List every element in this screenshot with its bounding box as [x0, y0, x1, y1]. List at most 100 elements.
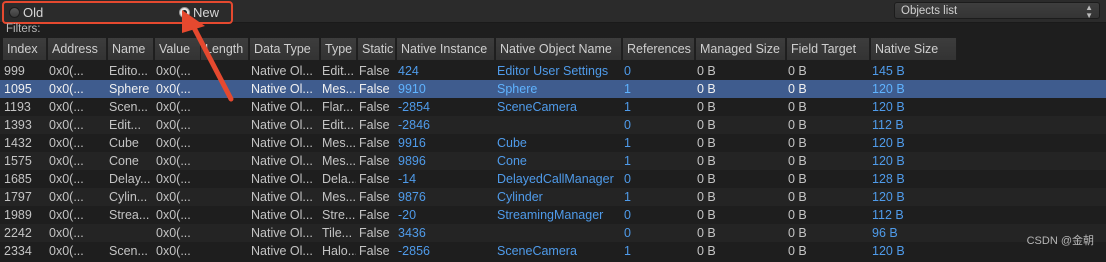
column-header-value[interactable]: Value	[155, 38, 201, 60]
table-row[interactable]: 2334 0x0(... Scen... 0x0(... Native Ol... Hal…	[0, 242, 1106, 260]
table-row[interactable]: 2242 0x0(... 0x0(... Native Ol... Tile... Fal…	[0, 224, 1106, 242]
table-row[interactable]: 1797 0x0(... Cylin... 0x0(... Native Ol... Me…	[0, 188, 1106, 206]
table-cell-native-instance: 9876	[398, 190, 426, 204]
table-cell-value: 0x0(...	[156, 208, 191, 222]
table-cell-name: Scen...	[109, 100, 148, 114]
table-cell-native-object-name: SceneCamera	[497, 244, 577, 258]
table-cell-references: 0	[624, 64, 631, 78]
table-cell-managed-size: 0 B	[697, 172, 716, 186]
table-cell-native-instance: 9896	[398, 154, 426, 168]
table-cell-native-instance: -20	[398, 208, 417, 222]
table-cell-references: 0	[624, 208, 631, 222]
table-cell-native-object-name: Cone	[497, 154, 527, 168]
table-cell-references: 1	[624, 154, 631, 168]
table-cell-index: 1685	[4, 172, 32, 186]
table-cell-native-object-name: Cube	[497, 136, 527, 150]
table-cell-name: Strea...	[109, 208, 150, 222]
table-cell-value: 0x0(...	[156, 226, 191, 240]
table-cell-native-size: 112 B	[872, 208, 904, 222]
column-header-data-type[interactable]: Data Type	[250, 38, 320, 60]
table-cell-static: False	[359, 154, 390, 168]
table-cell-managed-size: 0 B	[697, 190, 716, 204]
view-dropdown[interactable]: Objects list ▲ ▼	[894, 2, 1100, 20]
table-cell-name: Cone	[109, 154, 139, 168]
table-cell-managed-size: 0 B	[697, 208, 716, 222]
table-cell-native-instance: -2856	[398, 244, 430, 258]
table-cell-field-target: 0 B	[788, 118, 807, 132]
column-header-field-target[interactable]: Field Target	[787, 38, 870, 60]
table-row[interactable]: 1393 0x0(... Edit... 0x0(... Native Ol... Edi…	[0, 116, 1106, 134]
table-cell-references: 1	[624, 244, 631, 258]
table-cell-index: 999	[4, 64, 25, 78]
table-cell-data-type: Native Ol...	[251, 154, 313, 168]
column-header-static[interactable]: Static	[358, 38, 396, 60]
table-cell-name: Delay...	[109, 172, 151, 186]
updown-arrow-icon: ▲ ▼	[1085, 3, 1093, 20]
column-header-address[interactable]: Address	[48, 38, 107, 60]
table-cell-static: False	[359, 208, 390, 222]
table-cell-type: Mes...	[322, 190, 356, 204]
table-cell-index: 2334	[4, 244, 32, 258]
table-cell-field-target: 0 B	[788, 172, 807, 186]
table-cell-field-target: 0 B	[788, 208, 807, 222]
table-cell-native-instance: 9910	[398, 82, 426, 96]
table-cell-data-type: Native Ol...	[251, 226, 313, 240]
table-cell-references: 0	[624, 226, 631, 240]
table-cell-static: False	[359, 100, 390, 114]
table-header: Index Address Name Value Length Data Type Type…	[0, 38, 1106, 60]
column-header-name[interactable]: Name	[108, 38, 154, 60]
column-header-native-size[interactable]: Native Size	[871, 38, 957, 60]
table-cell-native-size: 120 B	[872, 82, 905, 96]
annotation-highlight-box	[2, 1, 233, 24]
table-cell-native-size: 96 B	[872, 226, 898, 240]
column-header-index[interactable]: Index	[3, 38, 47, 60]
table-cell-type: Stre...	[322, 208, 356, 222]
table-cell-type: Tile...	[322, 226, 353, 240]
table-cell-native-object-name: StreamingManager	[497, 208, 604, 222]
table-row[interactable]: 999 0x0(... Edito... 0x0(... Native Ol... Edi…	[0, 62, 1106, 80]
table-cell-static: False	[359, 136, 390, 150]
table-cell-native-instance: 424	[398, 64, 419, 78]
view-dropdown-value: Objects list	[901, 5, 958, 17]
table-cell-type: Dela...	[322, 172, 356, 186]
table-cell-address: 0x0(...	[49, 100, 84, 114]
table-cell-address: 0x0(...	[49, 136, 84, 150]
table-cell-field-target: 0 B	[788, 226, 807, 240]
table-cell-index: 1095	[4, 82, 32, 96]
table-cell-field-target: 0 B	[788, 100, 807, 114]
table-cell-references: 1	[624, 136, 631, 150]
table-row[interactable]: 1432 0x0(... Cube 0x0(... Native Ol... Mes...…	[0, 134, 1106, 152]
table-cell-field-target: 0 B	[788, 136, 807, 150]
table-cell-value: 0x0(...	[156, 172, 191, 186]
table-row[interactable]: 1193 0x0(... Scen... 0x0(... Native Ol... Fla…	[0, 98, 1106, 116]
table-cell-data-type: Native Ol...	[251, 190, 313, 204]
column-header-length[interactable]: Length	[201, 38, 249, 60]
table-cell-native-size: 120 B	[872, 100, 905, 114]
table-row[interactable]: 1989 0x0(... Strea... 0x0(... Native Ol... St…	[0, 206, 1106, 224]
table-cell-index: 1393	[4, 118, 32, 132]
table-cell-static: False	[359, 190, 390, 204]
table-row[interactable]: 1575 0x0(... Cone 0x0(... Native Ol... Mes...…	[0, 152, 1106, 170]
table-cell-name: Scen...	[109, 244, 148, 258]
table-cell-static: False	[359, 172, 390, 186]
table-row[interactable]: 1095 0x0(... Sphere 0x0(... Native Ol... Mes.…	[0, 80, 1106, 98]
table-cell-data-type: Native Ol...	[251, 100, 313, 114]
table-cell-address: 0x0(...	[49, 190, 84, 204]
table-cell-managed-size: 0 B	[697, 82, 716, 96]
table-cell-value: 0x0(...	[156, 190, 191, 204]
watermark: CSDN @金朝	[1026, 235, 1094, 247]
table-cell-name: Cylin...	[109, 190, 148, 204]
table-cell-native-object-name: Sphere	[497, 82, 538, 96]
column-header-managed-size[interactable]: Managed Size	[696, 38, 786, 60]
table-cell-references: 0	[624, 172, 631, 186]
column-header-native-instance[interactable]: Native Instance	[397, 38, 495, 60]
table-cell-address: 0x0(...	[49, 64, 84, 78]
table-cell-managed-size: 0 B	[697, 64, 716, 78]
table-cell-field-target: 0 B	[788, 244, 807, 258]
column-header-native-object-name[interactable]: Native Object Name	[496, 38, 622, 60]
table-row[interactable]: 1685 0x0(... Delay... 0x0(... Native Ol... De…	[0, 170, 1106, 188]
column-header-references[interactable]: References	[623, 38, 695, 60]
column-header-type[interactable]: Type	[321, 38, 357, 60]
table-cell-address: 0x0(...	[49, 208, 84, 222]
table-cell-references: 1	[624, 82, 631, 96]
